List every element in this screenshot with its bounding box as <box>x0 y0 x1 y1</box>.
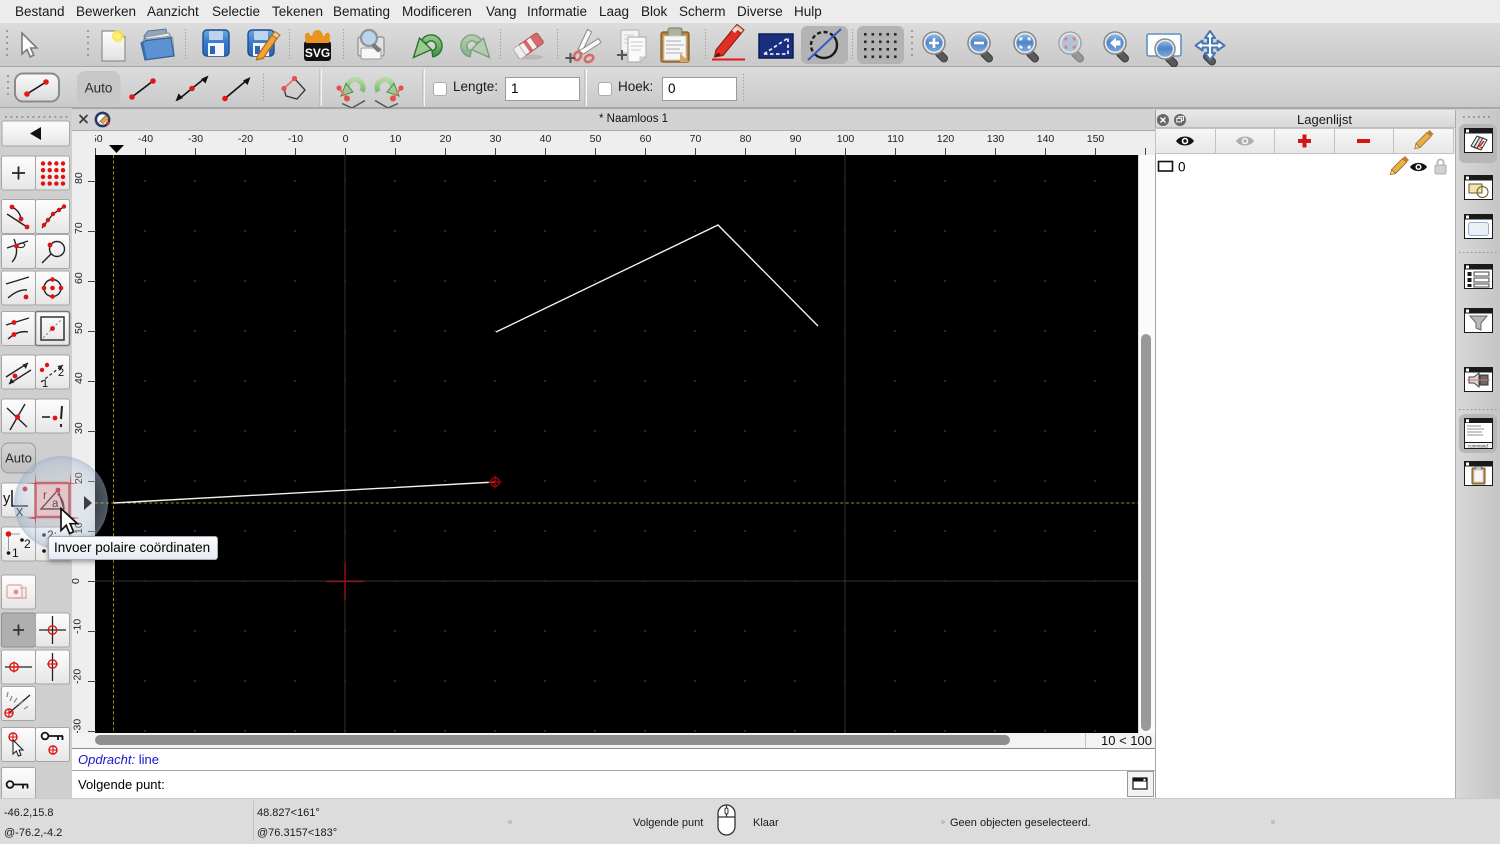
svg-text:command: command <box>1468 444 1488 449</box>
svg-text:SVG: SVG <box>305 46 330 60</box>
svg-text:y: y <box>3 491 11 507</box>
svg-text:Auto: Auto <box>85 81 113 96</box>
svg-text:Auto: Auto <box>5 451 32 466</box>
svg-text:1: 1 <box>42 378 48 390</box>
svg-text:2: 2 <box>58 367 64 379</box>
svg-text:0: 0 <box>1178 160 1186 175</box>
svg-text:1: 1 <box>12 546 19 560</box>
